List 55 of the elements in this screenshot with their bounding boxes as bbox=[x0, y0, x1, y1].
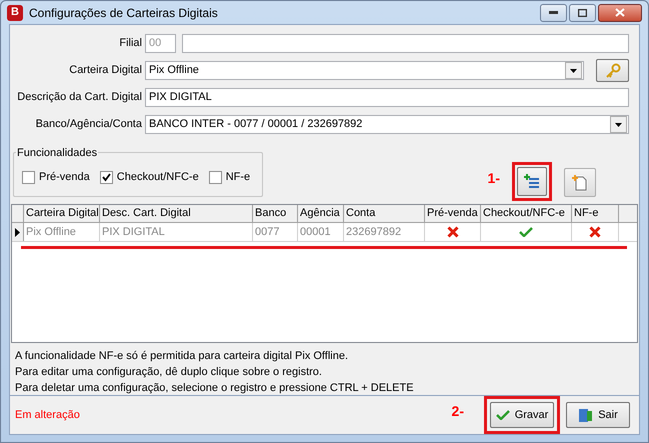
app-logo: B bbox=[7, 4, 23, 20]
field-label: Banco/Agência/Conta bbox=[34, 117, 143, 132]
door-icon bbox=[578, 408, 594, 422]
add-button[interactable] bbox=[517, 167, 547, 196]
table-cell: 232697892 bbox=[344, 223, 425, 241]
help-text: A funcionalidade NF-e só é permitida para carteira digital Pix Offline. bbox=[15, 350, 350, 363]
field-label: Descrição da Cart. Digital bbox=[16, 90, 143, 106]
restore-icon bbox=[578, 8, 587, 16]
dropdown-button[interactable] bbox=[565, 62, 582, 79]
column-header[interactable]: Checkout/NFC-e bbox=[481, 205, 572, 222]
checkbox-label[interactable]: Checkout/NFC-e bbox=[116, 169, 199, 186]
new-document-icon bbox=[572, 174, 588, 190]
check-icon bbox=[496, 410, 510, 420]
new-button[interactable] bbox=[564, 168, 596, 197]
key-icon bbox=[604, 62, 620, 78]
table-cell: PIX DIGITAL bbox=[100, 223, 253, 241]
select-field[interactable]: BANCO INTER - 0077 / 00001 / 232697892 bbox=[145, 115, 629, 134]
field-label: Filial bbox=[118, 36, 143, 52]
annotation-label: 2- bbox=[452, 402, 464, 420]
column-header[interactable]: Desc. Cart. Digital bbox=[100, 205, 253, 222]
checkbox-label[interactable]: Pré-venda bbox=[39, 169, 90, 186]
add-list-icon bbox=[524, 174, 540, 190]
close-button[interactable] bbox=[598, 4, 642, 22]
table-cell: 00001 bbox=[298, 223, 344, 241]
close-icon bbox=[615, 8, 625, 17]
status-text: Em alteração bbox=[15, 408, 81, 423]
column-header[interactable]: Conta bbox=[344, 205, 425, 222]
key-button[interactable] bbox=[596, 59, 629, 82]
checkbox[interactable] bbox=[208, 171, 222, 184]
table-cell: Pix Offline bbox=[24, 223, 100, 241]
column-header[interactable]: Carteira Digital bbox=[24, 205, 100, 222]
save-button[interactable]: Gravar bbox=[490, 402, 554, 428]
window-title: Configurações de Carteiras Digitais bbox=[29, 4, 219, 22]
checkbox[interactable] bbox=[22, 171, 35, 184]
select-field[interactable]: Pix Offline bbox=[145, 61, 584, 80]
caret-icon bbox=[570, 68, 577, 72]
annotation-label: 1- bbox=[488, 169, 500, 188]
help-text: Para deletar uma configuração, selecione o registro e pressione CTRL + DELETE bbox=[15, 382, 415, 395]
exit-button[interactable]: Sair bbox=[566, 402, 630, 428]
help-text: Para editar uma configuração, dê duplo clique sobre o registro. bbox=[15, 366, 323, 379]
name-field[interactable] bbox=[182, 34, 629, 53]
dropdown-button[interactable] bbox=[610, 116, 627, 133]
maximize-button[interactable] bbox=[569, 4, 596, 22]
minimize-icon bbox=[549, 11, 558, 14]
column-header[interactable]: Banco bbox=[253, 205, 298, 222]
column-header[interactable]: NF-e bbox=[572, 205, 619, 222]
checkbox-label[interactable]: NF-e bbox=[226, 169, 250, 186]
caret-icon bbox=[615, 122, 622, 126]
text-field[interactable]: PIX DIGITAL bbox=[145, 88, 629, 107]
table-cell: 0077 bbox=[253, 223, 298, 241]
minimize-button[interactable] bbox=[540, 4, 567, 22]
field-label: Carteira Digital bbox=[68, 63, 143, 78]
checkbox[interactable] bbox=[100, 171, 113, 184]
column-header[interactable]: Pré-venda bbox=[425, 205, 481, 222]
column-header[interactable]: Agência bbox=[298, 205, 344, 222]
